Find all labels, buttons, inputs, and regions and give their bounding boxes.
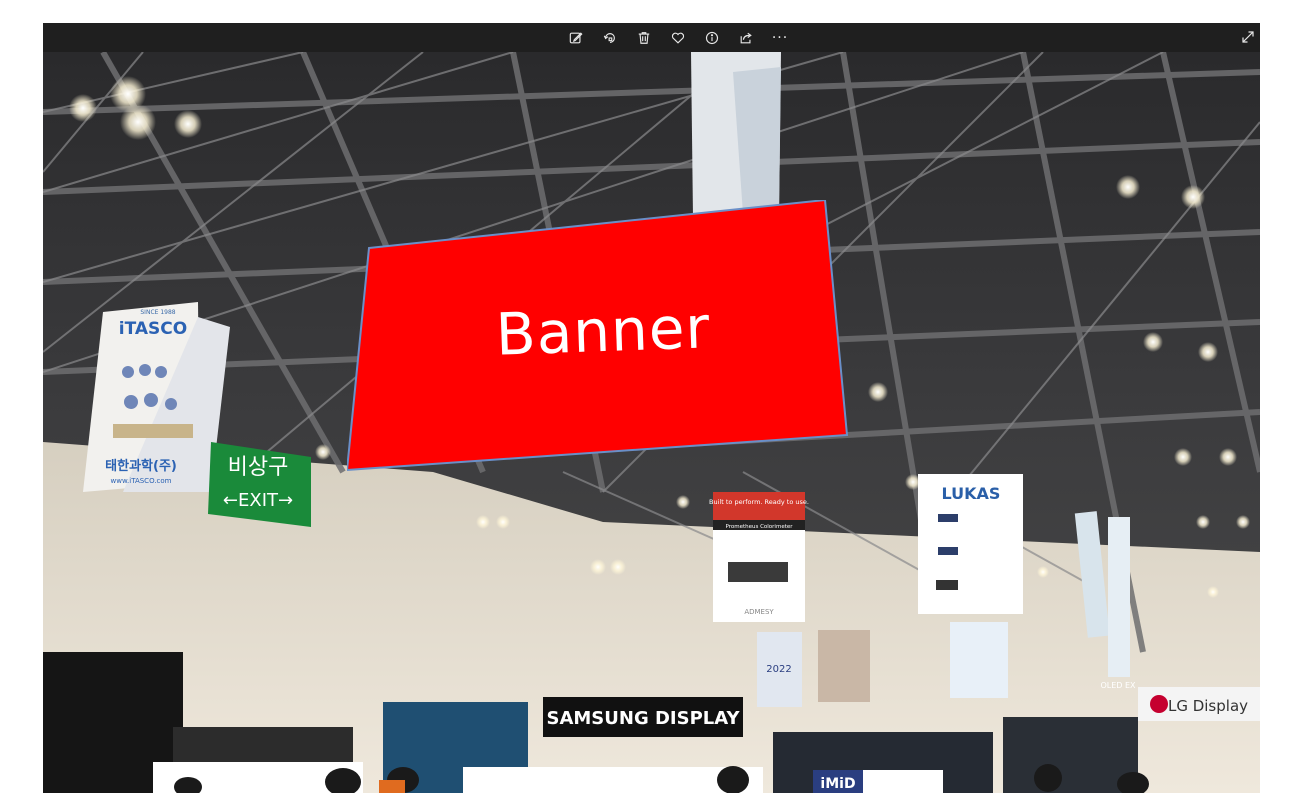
itasco-korean-text: 태한과학(주) [105, 458, 177, 474]
lg-display-booth: LG Display [1138, 687, 1260, 721]
rotate-icon [603, 32, 615, 43]
info-icon [705, 31, 719, 44]
imid-label-text: iMiD [820, 776, 855, 792]
expand-icon [1242, 31, 1254, 43]
favorite-button[interactable] [667, 27, 689, 49]
oled-ex-text: OLED EX [1100, 681, 1136, 690]
banner-text: Banner [494, 293, 712, 369]
edit-icon [569, 31, 583, 43]
admesy-brand-text: ADMESY [744, 608, 774, 616]
edit-button[interactable] [565, 27, 587, 49]
exit-korean-text: 비상구 [228, 455, 289, 480]
delete-icon [638, 31, 650, 44]
itasco-brand-text: iTASCO [119, 319, 187, 339]
rotate-button[interactable] [599, 27, 621, 49]
toolbar-actions: ··· [565, 23, 791, 52]
itasco-since-text: SINCE 1988 [140, 309, 175, 316]
exit-sign: 비상구 ←EXIT→ [208, 442, 311, 527]
photo-viewer: ··· SINCE 1988 iTASCO 태한과학(주) www.iTASCO… [43, 23, 1260, 793]
lg-display-text: LG Display [1168, 697, 1248, 715]
exhibition-hall-photo: SINCE 1988 iTASCO 태한과학(주) www.iTASCO.com… [43, 52, 1260, 793]
admesy-product-text: Prometheus Colorimeter [725, 524, 793, 530]
itasco-url-text: www.iTASCO.com [111, 477, 172, 485]
imid-banner-year: 2022 [766, 664, 791, 675]
lukas-banner: LUKAS [918, 474, 1023, 614]
share-icon [740, 32, 752, 43]
info-button[interactable] [701, 27, 723, 49]
itasco-banner: SINCE 1988 iTASCO 태한과학(주) www.iTASCO.com [83, 302, 230, 492]
fullscreen-button[interactable] [1238, 26, 1258, 48]
admesy-banner: Built to perform. Ready to use. Promethe… [709, 492, 809, 622]
admesy-headline-text: Built to perform. Ready to use. [709, 498, 809, 506]
share-button[interactable] [735, 27, 757, 49]
lukas-brand-text: LUKAS [942, 484, 1001, 503]
samsung-display-booth: SAMSUNG DISPLAY [543, 697, 743, 737]
exit-english-text: ←EXIT→ [223, 490, 293, 511]
samsung-display-text: SAMSUNG DISPLAY [547, 708, 741, 729]
viewer-toolbar: ··· [43, 23, 1260, 52]
delete-button[interactable] [633, 27, 655, 49]
more-options-button[interactable]: ··· [769, 27, 791, 49]
favorite-icon [671, 32, 685, 44]
